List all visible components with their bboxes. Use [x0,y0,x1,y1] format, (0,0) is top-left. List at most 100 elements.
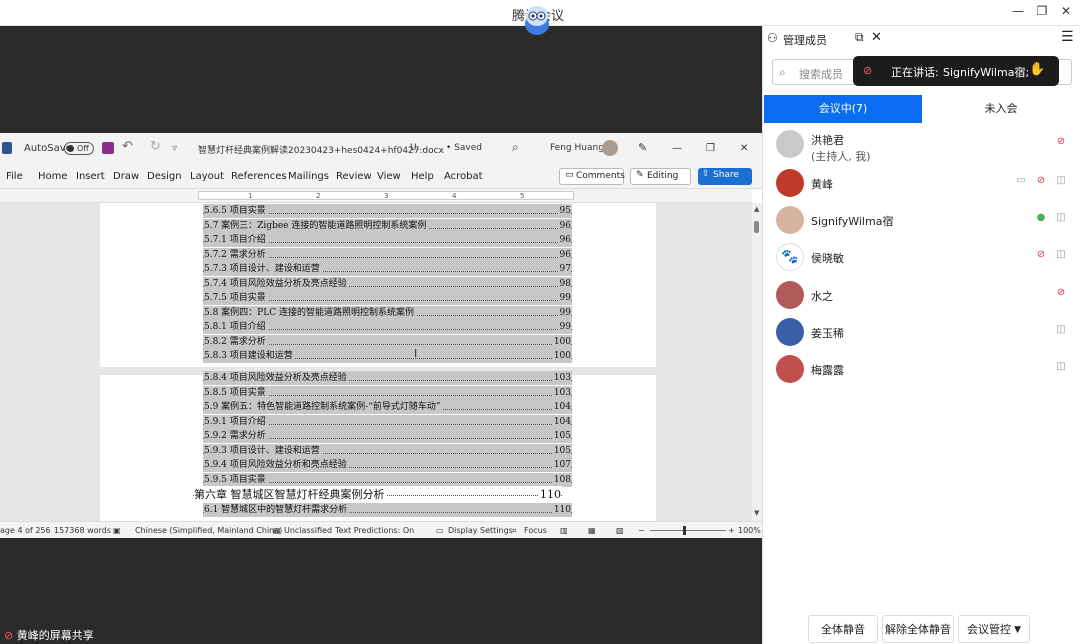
menu-mailings[interactable]: Mailings [288,171,329,182]
toc-chapter[interactable]: 第六章 智慧城区智慧灯杆经典案例分析 110 [193,486,562,503]
web-layout-icon[interactable]: ▧ [616,526,624,535]
mic-muted-icon[interactable]: ⊘ [1035,175,1047,187]
toc-entry[interactable]: 5.9.5 项目实景 108 [203,473,572,487]
zoom-in-icon[interactable]: + [728,526,735,535]
share-button[interactable]: ⇪ Share [698,168,752,185]
zoom-slider[interactable] [650,530,726,531]
language-label[interactable]: Chinese (Simplified, Mainland China) [135,526,282,535]
close-button[interactable]: ✕ [1056,4,1076,22]
tab-in-meeting[interactable]: 会议中(7) [764,95,922,123]
print-layout-icon[interactable]: ▦ [588,526,596,535]
comments-button[interactable]: ▭ Comments [559,168,625,185]
toc-entry[interactable]: 5.7.2 需求分析 96 [203,248,572,262]
toc-entry[interactable]: 5.9.2 需求分析 105 [203,429,572,443]
menu-view[interactable]: View [377,171,401,182]
menu-file[interactable]: File [6,171,23,182]
toc-entry[interactable]: 5.7 案例三：Zigbee 连接的智能道路照明控制系统案例 96 [203,219,572,233]
toc-entry[interactable]: 5.7.4 项目风险效益分析及亮点经验 98 [203,277,572,291]
search-icon[interactable]: ⌕ [512,140,519,155]
menu-help[interactable]: Help [411,171,434,182]
toc-entry[interactable]: 5.9 案例五：特色智能道路控制系统案例-“前导式灯随车动” 104 [203,400,572,414]
zoom-slider-thumb[interactable] [683,526,686,535]
minimize-button[interactable]: — [1008,4,1028,22]
redo-icon[interactable]: ↻ [150,139,161,154]
mic-muted-icon[interactable]: ⊘ [1055,136,1067,148]
page-count[interactable]: age 4 of 256 [0,526,51,535]
save-icon[interactable] [102,142,114,154]
scroll-thumb[interactable] [754,221,759,233]
toc-entry[interactable]: 5.7.3 项目设计、建设和运营 97 [203,262,572,276]
focus-label[interactable]: Focus [524,526,547,535]
saved-status[interactable]: • Saved [446,143,482,153]
member-row[interactable]: 梅露露 ◫ [763,353,1080,389]
camera-off-icon[interactable]: ◫ [1055,249,1067,261]
camera-off-icon[interactable]: ◫ [1055,324,1067,336]
member-row[interactable]: 洪艳君 (主持人, 我) ⊘ [763,128,1080,164]
toc-entry[interactable]: 5.8.2 需求分析 100 [203,335,572,349]
toc-entry[interactable]: 5.8.5 项目实景 103 [203,386,572,400]
panel-menu-icon[interactable]: ☰ [1061,29,1074,45]
sensitivity-label[interactable]: U... [410,143,425,153]
member-row[interactable]: SignifyWilma宿 ● ◫ [763,204,1080,240]
scroll-down-icon[interactable]: ▼ [754,509,759,517]
scroll-up-icon[interactable]: ▲ [754,205,759,213]
camera-off-icon[interactable]: ◫ [1055,175,1067,187]
undo-icon[interactable]: ↶ [122,139,133,154]
camera-off-icon[interactable]: ◫ [1055,361,1067,373]
member-row[interactable]: 黄峰 ▭ ⊘ ◫ [763,167,1080,203]
menu-design[interactable]: Design [147,171,182,182]
toc-entry[interactable]: 6.1 智慧城区中的智慧灯杆需求分析 110 [203,503,572,517]
classification-label[interactable]: Unclassified [284,526,332,535]
member-row[interactable]: 姜玉稀 ◫ [763,316,1080,352]
avatar [776,169,804,197]
word-minimize-button[interactable]: — [672,143,682,154]
restore-button[interactable]: ❐ [1032,4,1052,22]
read-mode-icon[interactable]: ▥ [560,526,568,535]
unmute-all-button[interactable]: 解除全体静音 [882,615,954,643]
zoom-out-icon[interactable]: − [638,526,645,535]
menu-acrobat[interactable]: Acrobat [444,171,483,182]
mic-muted-icon[interactable]: ⊘ [1055,287,1067,299]
toc-entry[interactable]: 5.8.4 项目风险效益分析及亮点经验 103 [203,371,572,385]
menu-home[interactable]: Home [38,171,68,182]
text-predictions-label[interactable]: Text Predictions: On [335,526,414,535]
horizontal-ruler[interactable]: 1 2 3 4 5 [0,189,752,203]
member-row[interactable]: 水之 ⊘ [763,279,1080,315]
toc-entry[interactable]: 5.6.5 项目实景 95 [203,204,572,218]
toc-entry[interactable]: 5.9.3 项目设计、建设和运营 105 [203,444,572,458]
camera-off-icon[interactable]: ◫ [1055,212,1067,224]
menu-draw[interactable]: Draw [113,171,139,182]
mic-muted-icon[interactable]: ⊘ [1035,249,1047,261]
word-count[interactable]: 157368 words [54,526,111,535]
meeting-control-button[interactable]: 会议管控 ▼ [958,615,1030,643]
user-avatar[interactable] [602,140,618,156]
tab-not-joined[interactable]: 未入会 [922,95,1080,123]
proofing-icon[interactable]: ▣ [113,526,121,535]
menu-review[interactable]: Review [336,171,372,182]
editing-button[interactable]: ✎ Editing [630,168,691,185]
toc-entry[interactable]: 5.8.1 项目介绍 99 [203,320,572,334]
menu-insert[interactable]: Insert [76,171,105,182]
word-close-button[interactable]: ✕ [740,143,748,154]
document-canvas[interactable]: 5.6.5 项目实景 95 5.7 案例三：Zigbee 连接的智能道路照明控制系… [0,203,752,521]
toc-entry[interactable]: 5.8 案例四：PLC 连接的智能道路照明控制系统案例 99 [203,306,572,320]
display-settings-label[interactable]: Display Settings [448,526,513,535]
toc-entry[interactable]: 5.7.1 项目介绍 96 [203,233,572,247]
toc-entry[interactable]: 5.8.3 项目建设和运营 100 [203,349,572,363]
word-restore-button[interactable]: ❐ [706,143,715,154]
zoom-level[interactable]: 100% [738,526,761,535]
mute-all-button[interactable]: 全体静音 [808,615,878,643]
mic-active-icon[interactable]: ● [1035,212,1047,224]
toc-entry[interactable]: 5.9.4 项目风险效益分析和亮点经验 107 [203,458,572,472]
customize-icon[interactable]: ▿ [172,143,177,154]
toc-entry[interactable]: 5.7.5 项目实景 99 [203,291,572,305]
menu-references[interactable]: References [231,171,287,182]
toc-entry[interactable]: 5.9.1 项目介绍 104 [203,415,572,429]
vertical-scrollbar[interactable]: ▲ ▼ [752,203,762,521]
pen-icon[interactable]: ✎ [638,141,647,154]
menu-layout[interactable]: Layout [190,171,224,182]
panel-close-icon[interactable]: ✕ [871,30,882,45]
autosave-toggle[interactable]: Off [64,142,94,155]
member-row[interactable]: 🐾 侯晓敏 ⊘ ◫ [763,241,1080,277]
popout-icon[interactable]: ⧉ [855,30,864,45]
